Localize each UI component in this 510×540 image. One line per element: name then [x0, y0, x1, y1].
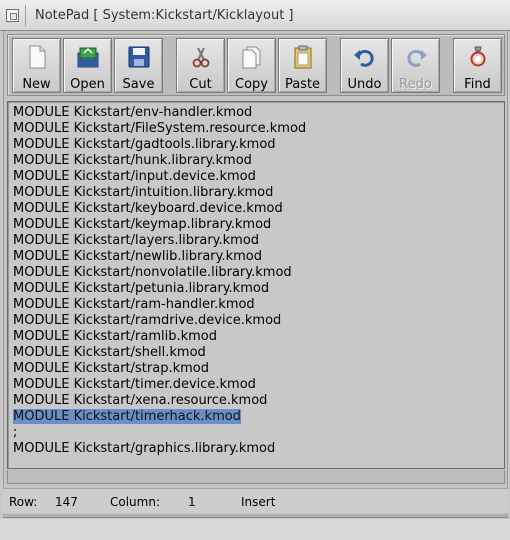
text-line-content: MODULE Kickstart/keyboard.device.kmod: [13, 201, 283, 216]
text-line: MODULE Kickstart/newlib.library.kmod: [13, 249, 306, 265]
copy-button[interactable]: Copy: [227, 38, 276, 93]
edit-mode: Insert: [241, 495, 276, 509]
undo-arrow-icon: [353, 49, 374, 67]
text-line-content: MODULE Kickstart/intuition.library.kmod: [13, 185, 274, 200]
text-line: MODULE Kickstart/ram-handler.kmod: [13, 297, 306, 313]
text-line-content: MODULE Kickstart/ramdrive.device.kmod: [13, 313, 282, 328]
text-line-content: MODULE Kickstart/timerhack.kmod: [13, 409, 241, 424]
title-bar[interactable]: NotePad [ System:Kickstart/Kicklayout ]: [0, 0, 510, 31]
row-label: Row:: [9, 495, 38, 509]
find-icon: [470, 46, 485, 67]
text-line: MODULE Kickstart/ramlib.kmod: [13, 329, 306, 345]
column-value: 1: [188, 495, 196, 509]
text-editor[interactable]: MODULE Kickstart/env-handler.kmod MODULE …: [7, 101, 505, 469]
text-line-content: MODULE Kickstart/input.device.kmod: [13, 169, 256, 184]
paste-clipboard-icon: [294, 45, 311, 69]
find-button-label: Find: [464, 77, 491, 92]
text-line: MODULE Kickstart/strap.kmod: [13, 361, 306, 377]
text-line: MODULE Kickstart/env-handler.kmod: [13, 105, 306, 121]
new-document-icon: [29, 45, 45, 69]
text-line-content: MODULE Kickstart/keymap.library.kmod: [13, 217, 272, 232]
paste-button-label: Paste: [284, 77, 321, 92]
text-line: MODULE Kickstart/FileSystem.resource.kmo…: [13, 121, 306, 137]
text-line: MODULE Kickstart/input.device.kmod: [13, 169, 306, 185]
text-line-content: MODULE Kickstart/shell.kmod: [13, 345, 206, 360]
new-button-label: New: [22, 77, 51, 92]
text-line: MODULE Kickstart/timer.device.kmod: [13, 377, 306, 393]
row-value: 147: [55, 495, 78, 509]
save-disk-icon: [128, 46, 149, 68]
text-line-content: MODULE Kickstart/gadtools.library.kmod: [13, 137, 276, 152]
text-line: MODULE Kickstart/keyboard.device.kmod: [13, 201, 306, 217]
text-line: MODULE Kickstart/shell.kmod: [13, 345, 306, 361]
text-line-content: MODULE Kickstart/newlib.library.kmod: [13, 249, 263, 264]
text-line-content: MODULE Kickstart/hunk.library.kmod: [13, 153, 252, 168]
text-line-content: MODULE Kickstart/strap.kmod: [13, 361, 209, 376]
text-line-content: MODULE Kickstart/FileSystem.resource.kmo…: [13, 121, 307, 136]
text-line-content: MODULE Kickstart/timer.device.kmod: [13, 377, 256, 392]
new-button[interactable]: New: [12, 38, 61, 93]
text-line: MODULE Kickstart/keymap.library.kmod: [13, 217, 306, 233]
copy-button-label: Copy: [235, 77, 268, 92]
text-line: ;: [13, 425, 306, 441]
text-line: MODULE Kickstart/nonvolatile.library.kmo…: [13, 265, 306, 281]
open-button-label: Open: [70, 77, 105, 92]
text-line-content: ;: [13, 425, 18, 440]
text-line-content: MODULE Kickstart/layers.library.kmod: [13, 233, 260, 248]
text-line-content: MODULE Kickstart/xena.resource.kmod: [13, 393, 268, 408]
close-icon[interactable]: [6, 9, 19, 22]
column-label: Column:: [110, 495, 160, 509]
toolbar: New Open Save Cut Copy Paste Undo Redo F…: [7, 34, 505, 96]
scissors-icon: [192, 47, 209, 68]
open-folder-icon: [77, 47, 98, 68]
editor-lines: MODULE Kickstart/env-handler.kmod MODULE …: [13, 105, 306, 457]
text-line: MODULE Kickstart/hunk.library.kmod: [13, 153, 306, 169]
text-line-content: MODULE Kickstart/nonvolatile.library.kmo…: [13, 265, 292, 280]
text-line: MODULE Kickstart/petunia.library.kmod: [13, 281, 306, 297]
cut-button[interactable]: Cut: [176, 38, 225, 93]
paste-button[interactable]: Paste: [278, 38, 327, 93]
text-line-content: MODULE Kickstart/env-handler.kmod: [13, 105, 253, 120]
save-button[interactable]: Save: [114, 38, 163, 93]
cut-button-label: Cut: [189, 77, 212, 92]
status-bar: Row: 147 Column: 1 Insert: [3, 488, 508, 513]
text-line-content: MODULE Kickstart/graphics.library.kmod: [13, 441, 276, 456]
window-bottom-border: [3, 514, 508, 518]
text-line: MODULE Kickstart/layers.library.kmod: [13, 233, 306, 249]
horizontal-scroll-area[interactable]: [7, 470, 505, 484]
redo-arrow-icon: [406, 49, 427, 67]
text-line: MODULE Kickstart/xena.resource.kmod: [13, 393, 306, 409]
undo-button[interactable]: Undo: [340, 38, 389, 93]
selected-text-line: MODULE Kickstart/timerhack.kmod: [13, 409, 306, 425]
text-line-content: MODULE Kickstart/petunia.library.kmod: [13, 281, 270, 296]
find-button[interactable]: Find: [453, 38, 502, 93]
text-line: MODULE Kickstart/intuition.library.kmod: [13, 185, 306, 201]
copy-icon: [242, 46, 260, 69]
text-line: MODULE Kickstart/ramdrive.device.kmod: [13, 313, 306, 329]
redo-button[interactable]: Redo: [391, 38, 440, 93]
text-line-content: MODULE Kickstart/ramlib.kmod: [13, 329, 218, 344]
undo-button-label: Undo: [347, 77, 382, 92]
save-button-label: Save: [122, 77, 155, 92]
title-separator: [25, 5, 26, 26]
text-line-content: MODULE Kickstart/ram-handler.kmod: [13, 297, 255, 312]
window-title: NotePad [ System:Kickstart/Kicklayout ]: [35, 8, 294, 23]
desktop-background: [0, 519, 510, 540]
text-line: MODULE Kickstart/graphics.library.kmod: [13, 441, 306, 457]
redo-button-label: Redo: [399, 77, 432, 92]
open-button[interactable]: Open: [63, 38, 112, 93]
text-line: MODULE Kickstart/gadtools.library.kmod: [13, 137, 306, 153]
